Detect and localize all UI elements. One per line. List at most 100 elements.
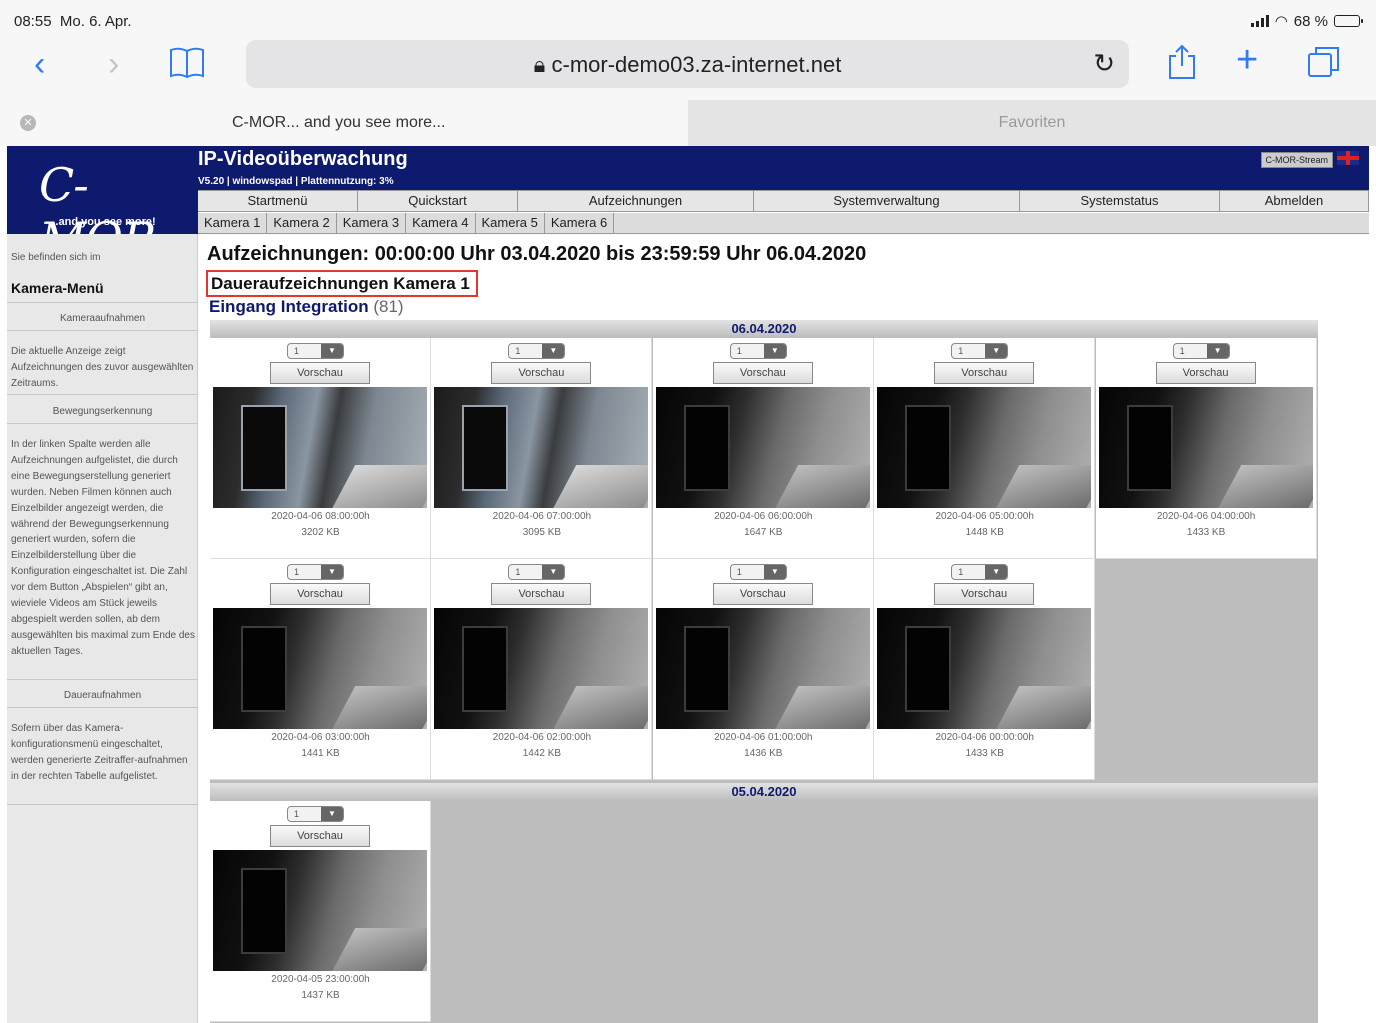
thumbnail-desk — [994, 465, 1092, 508]
recording-thumbnail[interactable] — [434, 608, 649, 729]
camera-tab[interactable]: Kamera 1 — [198, 213, 268, 233]
preview-button[interactable]: Vorschau — [270, 583, 370, 605]
recording-timestamp: 2020-04-06 01:00:00h — [714, 732, 813, 743]
uk-flag-icon[interactable] — [1337, 151, 1359, 165]
cmor-logo[interactable]: C-MOR ...and you see more! — [7, 146, 198, 266]
thumbnail-door — [241, 868, 287, 954]
recording-thumbnail[interactable] — [213, 387, 427, 508]
divider — [7, 302, 198, 303]
sidebar-section-title: Daueraufnahmen — [63, 690, 142, 701]
nav-item[interactable]: Aufzeichnungen — [518, 191, 754, 211]
recording-thumbnail[interactable] — [655, 387, 870, 508]
back-icon[interactable]: ‹ — [34, 46, 45, 82]
recording-thumbnail[interactable] — [213, 608, 427, 729]
chevron-down-icon: ▼ — [321, 565, 343, 579]
thumbnail-door — [462, 626, 509, 712]
share-icon[interactable] — [1166, 44, 1198, 87]
count-select[interactable]: 1 ▼ — [287, 564, 344, 580]
recording-tile: 1 ▼ Vorschau 2020-04-06 05:00:00h 1448 KB — [874, 338, 1096, 559]
url-bar[interactable]: 🔒︎ c-mor-demo03.za-internet.net ↻ — [246, 40, 1129, 88]
chevron-down-icon: ▼ — [321, 344, 343, 358]
sidebar-section-text: Die aktuelle Anzeige zeigt Aufzeichnunge… — [11, 346, 194, 389]
camera-tab[interactable]: Kamera 4 — [406, 213, 476, 233]
web-page: C-MOR ...and you see more! IP-Videoüberw… — [7, 146, 1369, 1023]
entrance-label: Eingang Integration (81) — [209, 297, 404, 317]
recordings-title: Aufzeichnungen: 00:00:00 Uhr 03.04.2020 … — [207, 243, 867, 265]
new-tab-icon[interactable]: + — [1236, 41, 1258, 79]
chevron-down-icon: ▼ — [1206, 344, 1229, 358]
preview-button[interactable]: Vorschau — [712, 362, 813, 384]
status-bar: 08:55 Mo. 6. Apr. ◠ 68 % — [0, 0, 1376, 40]
thumbnail-door — [905, 405, 952, 491]
thumbnail-desk — [552, 686, 649, 729]
recording-thumbnail[interactable] — [877, 387, 1092, 508]
recording-timestamp: 2020-04-06 02:00:00h — [492, 732, 592, 743]
tabs-overview-icon[interactable] — [1306, 44, 1342, 87]
count-select[interactable]: 1 ▼ — [951, 343, 1009, 359]
recording-tile: 1 ▼ Vorschau 2020-04-06 03:00:00h 1441 KB — [210, 559, 431, 780]
preview-button[interactable]: Vorschau — [270, 362, 370, 384]
camera-tab[interactable]: Kamera 6 — [545, 213, 615, 233]
recording-size: 1433 KB — [965, 748, 1004, 759]
recordings-grid: 06.04.2020 1 ▼ Vorschau 2020-04-06 08:00:00h… — [210, 320, 1318, 1023]
bookmarks-icon[interactable] — [168, 44, 206, 87]
chevron-down-icon: ▼ — [542, 565, 565, 579]
chevron-down-icon: ▼ — [985, 565, 1008, 579]
nav-item[interactable]: Startmenü — [198, 191, 358, 211]
camera-tab[interactable]: Kamera 5 — [476, 213, 545, 233]
forward-icon[interactable]: › — [108, 46, 119, 82]
count-select-value: 1 — [515, 567, 521, 577]
count-select[interactable]: 1 ▼ — [508, 564, 566, 580]
sidebar-section-text: In der linken Spalte werden alle Aufzeic… — [11, 439, 195, 657]
preview-button[interactable]: Vorschau — [270, 825, 370, 847]
recording-thumbnail[interactable] — [1098, 387, 1313, 508]
recording-timestamp: 2020-04-06 06:00:00h — [714, 511, 813, 522]
camera-tab[interactable]: Kamera 2 — [267, 213, 337, 233]
thumbnail-door — [905, 626, 952, 712]
reload-icon[interactable]: ↻ — [1093, 48, 1115, 79]
thumbnail-desk — [552, 465, 649, 508]
count-select[interactable]: 1 ▼ — [951, 564, 1009, 580]
camera-tab[interactable]: Kamera 3 — [337, 213, 407, 233]
preview-button[interactable]: Vorschau — [491, 583, 592, 605]
thumbnail-desk — [994, 686, 1092, 729]
chevron-down-icon: ▼ — [542, 344, 565, 358]
recording-timestamp: 2020-04-05 23:00:00h — [271, 974, 370, 985]
stream-button[interactable]: C-MOR-Stream — [1260, 152, 1333, 168]
count-select[interactable]: 1 ▼ — [287, 343, 344, 359]
count-select[interactable]: 1 ▼ — [508, 343, 566, 359]
preview-button[interactable]: Vorschau — [1155, 362, 1256, 384]
divider — [7, 804, 198, 805]
recording-thumbnail[interactable] — [434, 387, 649, 508]
tab-favorites[interactable]: Favoriten — [688, 100, 1376, 146]
count-select[interactable]: 1 ▼ — [729, 343, 787, 359]
nav-item[interactable]: Quickstart — [358, 191, 518, 211]
count-select[interactable]: 1 ▼ — [729, 564, 787, 580]
count-select[interactable]: 1 ▼ — [1172, 343, 1230, 359]
divider — [7, 394, 198, 395]
thumbnail-door — [462, 405, 509, 491]
tab-active[interactable]: ✕ C-MOR... and you see more... — [0, 100, 688, 146]
recording-thumbnail[interactable] — [655, 608, 870, 729]
nav-item[interactable]: Systemstatus — [1020, 191, 1220, 211]
nav-item[interactable]: Abmelden — [1220, 191, 1369, 211]
thumbnail-desk — [1216, 465, 1313, 508]
close-tab-icon[interactable]: ✕ — [20, 115, 36, 131]
recording-thumbnail[interactable] — [877, 608, 1092, 729]
count-select[interactable]: 1 ▼ — [287, 806, 344, 822]
recording-size: 1448 KB — [965, 527, 1004, 538]
nav-item[interactable]: Systemverwaltung — [754, 191, 1020, 211]
recording-thumbnail[interactable] — [213, 850, 427, 971]
preview-button[interactable]: Vorschau — [934, 362, 1035, 384]
count-select-value: 1 — [294, 346, 300, 356]
preview-button[interactable]: Vorschau — [712, 583, 813, 605]
thumbnail-door — [683, 405, 730, 491]
count-select-value: 1 — [515, 346, 521, 356]
camera-nav: Kamera 1 Kamera 2 Kamera 3 Kamera 4 Kamera 5… — [198, 213, 1369, 234]
divider — [7, 423, 198, 424]
tab-strip: ✕ C-MOR... and you see more... Favoriten — [0, 100, 1376, 146]
preview-button[interactable]: Vorschau — [934, 583, 1035, 605]
recording-size: 1437 KB — [301, 990, 340, 1001]
preview-button[interactable]: Vorschau — [491, 362, 592, 384]
browser-toolbar: ‹ › 🔒︎ c-mor-demo03.za-internet.net ↻ + — [0, 40, 1376, 100]
